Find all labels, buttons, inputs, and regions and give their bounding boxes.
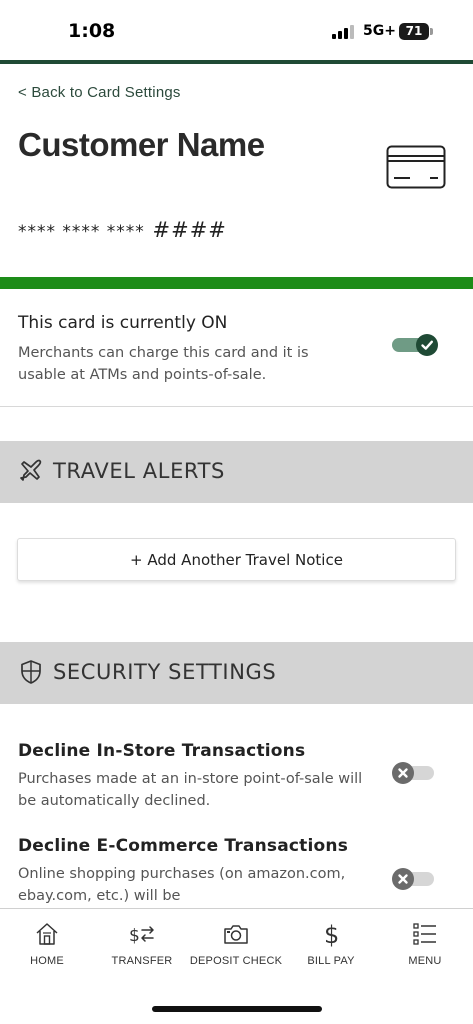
- toggle-knob: [392, 762, 414, 784]
- airplane-icon: [20, 459, 42, 481]
- battery-icon: 71: [399, 23, 429, 40]
- travel-alerts-header: TRAVEL ALERTS: [0, 441, 473, 503]
- decline-in-store-title: Decline In-Store Transactions: [18, 741, 306, 761]
- shield-icon: [21, 660, 41, 684]
- card-settings-screen: 1:08 5G+ 71 < Back to Card Settings Cust…: [0, 0, 473, 1024]
- nav-menu[interactable]: MENU: [380, 909, 470, 979]
- status-bar: 1:08 5G+ 71: [0, 0, 473, 60]
- card-status-section: This card is currently ON Merchants can …: [0, 289, 473, 407]
- nav-bill-pay[interactable]: $ BILL PAY: [286, 909, 376, 979]
- battery-tip: [430, 28, 433, 35]
- x-icon: [398, 768, 408, 778]
- x-icon: [398, 874, 408, 884]
- credit-card-icon: [386, 145, 446, 189]
- toggle-knob: [392, 868, 414, 890]
- decline-in-store-toggle[interactable]: [392, 762, 434, 784]
- camera-icon: [224, 925, 248, 944]
- decline-in-store-description: Purchases made at an in-store point-of-s…: [18, 771, 363, 809]
- nav-label: HOME: [30, 955, 64, 967]
- card-number-masked: **** **** ****: [18, 222, 145, 242]
- toggle-knob: [416, 334, 438, 356]
- card-number-last-digits: ####: [152, 218, 227, 242]
- card-number: **** **** **** ####: [18, 218, 227, 242]
- nav-home[interactable]: HOME: [2, 909, 92, 979]
- menu-list-icon: [413, 923, 436, 945]
- decline-ecommerce-title: Decline E-Commerce Transactions: [18, 836, 349, 856]
- status-time: 1:08: [68, 20, 116, 42]
- header-divider: [0, 60, 473, 64]
- travel-alerts-heading: TRAVEL ALERTS: [53, 459, 225, 483]
- nav-label: DEPOSIT CHECK: [189, 955, 283, 967]
- svg-text:$: $: [324, 921, 339, 947]
- security-settings-heading: SECURITY SETTINGS: [53, 660, 277, 684]
- decline-ecommerce-toggle[interactable]: [392, 868, 434, 890]
- add-travel-notice-button[interactable]: + Add Another Travel Notice: [17, 538, 456, 581]
- nav-label: MENU: [408, 955, 442, 967]
- network-label: 5G+: [363, 23, 396, 39]
- card-status-title: This card is currently ON: [18, 313, 228, 333]
- nav-label: TRANSFER: [111, 955, 173, 967]
- checkmark-icon: [421, 340, 433, 350]
- back-to-card-settings-link[interactable]: < Back to Card Settings: [18, 84, 181, 101]
- signal-icon: [332, 25, 354, 39]
- card-on-toggle[interactable]: [392, 334, 439, 356]
- home-icon: [36, 923, 58, 945]
- card-status-description: Merchants can charge this card and it is…: [18, 345, 309, 383]
- home-indicator[interactable]: [152, 1006, 322, 1012]
- card-active-indicator: [0, 277, 473, 289]
- svg-text:$: $: [129, 926, 140, 946]
- nav-deposit-check[interactable]: DEPOSIT CHECK: [188, 909, 284, 979]
- decline-ecommerce-description: Online shopping purchases (on amazon.com…: [18, 866, 346, 904]
- dollar-icon: $: [324, 921, 339, 947]
- security-settings-header: SECURITY SETTINGS: [0, 642, 473, 704]
- nav-label: BILL PAY: [307, 955, 355, 967]
- nav-transfer[interactable]: $ TRANSFER: [96, 909, 188, 979]
- transfer-icon: $: [129, 926, 154, 946]
- customer-name: Customer Name: [18, 126, 265, 163]
